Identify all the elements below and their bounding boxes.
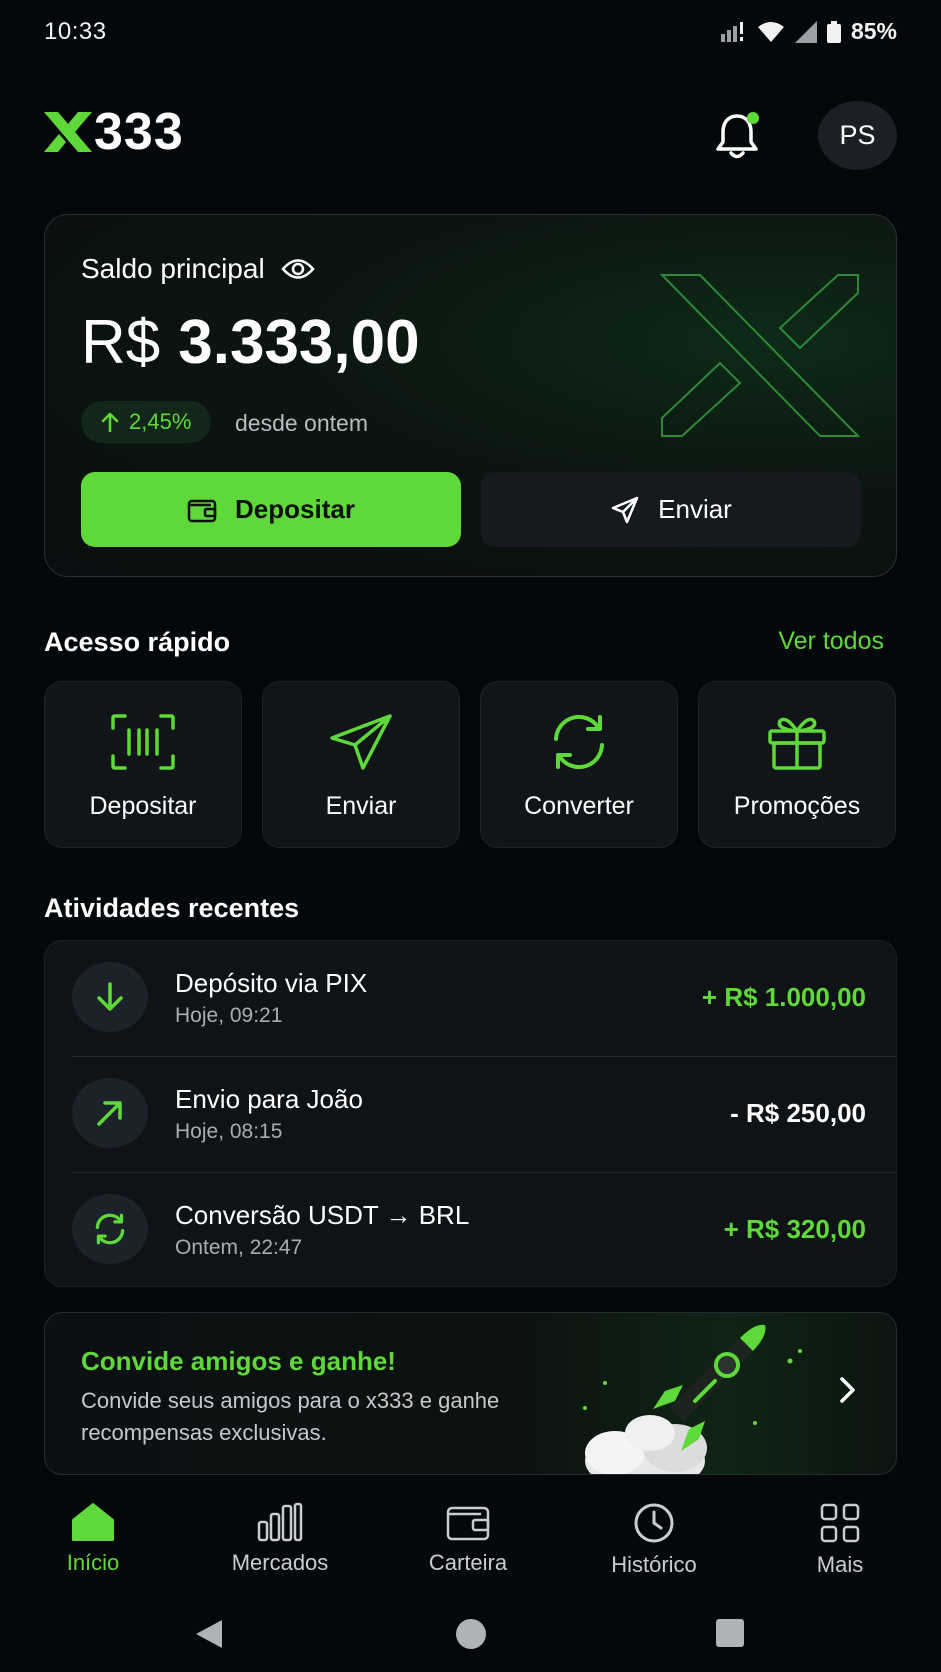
refresh-icon: [95, 1213, 125, 1245]
home-icon: [72, 1503, 114, 1541]
activity-time: Hoje, 08:15: [175, 1120, 283, 1143]
quick-deposit[interactable]: Depositar: [44, 681, 242, 848]
quick-promotions-label: Promoções: [733, 792, 861, 820]
activity-amount: + R$ 320,00: [723, 1214, 866, 1244]
avatar[interactable]: PS: [818, 101, 897, 170]
quick-access-grid: Depositar Enviar Converter Promoções: [44, 681, 896, 848]
balance-label-row: Saldo principal: [81, 253, 315, 285]
balance-value: 3.333,00: [178, 308, 420, 377]
card-x-watermark-icon: [660, 274, 860, 437]
nav-label: Carteira: [428, 1550, 508, 1575]
balance-label: Saldo principal: [81, 253, 265, 284]
chevron-right-icon[interactable]: [838, 1375, 858, 1405]
activity-row-convert[interactable]: Conversão USDT → BRL Ontem, 22:47 + R$ 3…: [45, 1173, 896, 1286]
activity-row-send[interactable]: Envio para João Hoje, 08:15 - R$ 250,00: [45, 1057, 896, 1173]
quick-deposit-label: Depositar: [89, 792, 197, 820]
nav-mercados[interactable]: Mercados: [205, 1502, 355, 1576]
change-value: 2,45%: [129, 409, 192, 434]
notifications-button[interactable]: [713, 110, 761, 162]
send-button[interactable]: Enviar: [481, 472, 861, 547]
nav-mais[interactable]: Mais: [765, 1502, 915, 1578]
grid-icon: [820, 1503, 860, 1543]
activity-icon-wrap: [72, 1194, 148, 1264]
logo-text: 333: [94, 103, 184, 161]
see-all-link[interactable]: Ver todos: [778, 627, 884, 656]
quick-convert-label: Converter: [524, 792, 634, 820]
rocket-illustration-icon: [583, 1324, 802, 1474]
wifi-icon: [757, 21, 784, 42]
activity-time: Ontem, 22:47: [175, 1236, 303, 1259]
send-icon: [611, 496, 639, 523]
signal-alert-icon: [720, 21, 743, 42]
balance-currency: R$: [81, 308, 161, 377]
bottom-navigation: Início Mercados Carteira Histórico Mais: [0, 1488, 941, 1598]
arrow-down-icon: [97, 982, 123, 1011]
quick-promotions[interactable]: Promoções: [698, 681, 896, 848]
quick-convert[interactable]: Converter: [480, 681, 678, 848]
notification-dot: [747, 112, 759, 124]
send-icon: [330, 714, 392, 770]
recents-icon[interactable]: [715, 1618, 745, 1648]
invite-promo-banner[interactable]: Convide amigos e ganhe! Convide seus ami…: [44, 1312, 897, 1475]
arrow-up-icon: [101, 412, 119, 432]
app-logo: 333: [44, 106, 184, 158]
quick-access-title: Acesso rápido: [44, 627, 231, 657]
activity-icon-wrap: [72, 1078, 148, 1148]
nav-label: Mercados: [231, 1550, 329, 1575]
balance-card: Saldo principal R$ 3.333,00 2,45% desde …: [44, 214, 897, 577]
home-circle-icon[interactable]: [455, 1618, 487, 1650]
nav-historico[interactable]: Histórico: [579, 1502, 729, 1578]
quick-send-label: Enviar: [325, 792, 397, 820]
activity-title: Conversão USDT → BRL: [175, 1200, 470, 1230]
change-note: desde ontem: [235, 410, 368, 436]
status-icons: 85%: [720, 18, 897, 45]
deposit-button-label: Depositar: [235, 494, 355, 524]
activity-icon-wrap: [72, 962, 148, 1032]
arrow-up-right-icon: [97, 1101, 122, 1126]
bars-icon: [257, 1502, 303, 1542]
activity-amount: - R$ 250,00: [730, 1098, 866, 1128]
promo-title: Convide amigos e ganhe!: [81, 1346, 396, 1376]
system-navigation: [0, 1598, 941, 1672]
activity-title: Envio para João: [175, 1084, 363, 1114]
nav-label: Mais: [816, 1552, 864, 1577]
cell-signal-icon: [794, 20, 817, 43]
refresh-icon: [554, 714, 604, 770]
nav-label: Início: [66, 1550, 120, 1575]
activity-title: Depósito via PIX: [175, 968, 368, 998]
activities-title: Atividades recentes: [44, 893, 300, 923]
promo-text: Convide seus amigos para o x333 e ganhe …: [81, 1388, 500, 1445]
status-time: 10:33: [44, 18, 107, 45]
balance-amount: R$ 3.333,00: [81, 307, 420, 378]
wallet-icon: [187, 499, 217, 522]
back-icon[interactable]: [194, 1618, 224, 1650]
send-button-label: Enviar: [658, 494, 732, 524]
activity-row-deposit[interactable]: Depósito via PIX Hoje, 09:21 + R$ 1.000,…: [45, 941, 896, 1057]
gift-icon: [768, 717, 826, 770]
quick-send[interactable]: Enviar: [262, 681, 460, 848]
nav-carteira[interactable]: Carteira: [393, 1502, 543, 1576]
logo-x-icon: [44, 112, 92, 152]
activity-amount: + R$ 1.000,00: [701, 982, 866, 1012]
battery-percent: 85%: [850, 18, 897, 44]
activities-list: Depósito via PIX Hoje, 09:21 + R$ 1.000,…: [44, 940, 897, 1287]
scan-icon: [111, 714, 175, 770]
clock-icon: [634, 1503, 674, 1543]
nav-label: Histórico: [611, 1552, 697, 1577]
wallet-icon: [446, 1506, 490, 1541]
change-badge: 2,45%: [81, 401, 212, 443]
activity-time: Hoje, 09:21: [175, 1004, 283, 1027]
deposit-button[interactable]: Depositar: [81, 472, 461, 547]
eye-icon[interactable]: [281, 258, 315, 280]
nav-inicio[interactable]: Início: [18, 1502, 168, 1576]
battery-icon: [826, 20, 841, 43]
